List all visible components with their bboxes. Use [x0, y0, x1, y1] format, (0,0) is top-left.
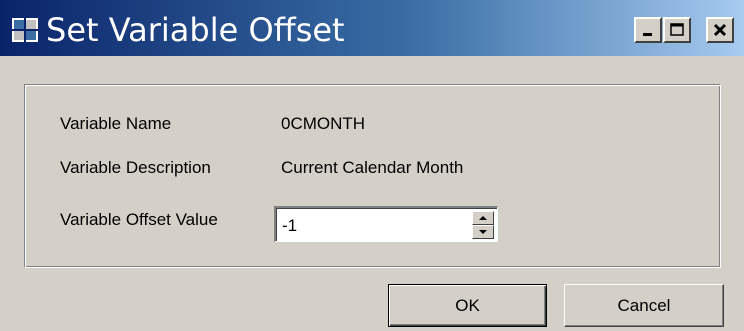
grid-app-icon: [12, 18, 38, 42]
close-button[interactable]: [706, 17, 734, 43]
offset-value-input[interactable]: [282, 216, 452, 236]
variable-name-value: 0CMONTH: [281, 114, 366, 133]
variable-description-value: Current Calendar Month: [281, 158, 464, 177]
minimize-button[interactable]: [634, 17, 662, 43]
spin-down-button[interactable]: [472, 225, 494, 239]
variable-description-label: Variable Description: [60, 158, 211, 177]
variable-name-label: Variable Name: [60, 114, 172, 133]
maximize-icon: [670, 23, 684, 36]
minimize-icon: [643, 33, 652, 36]
maximize-button[interactable]: [663, 17, 691, 43]
variable-offset-label: Variable Offset Value: [60, 210, 218, 229]
spin-up-button[interactable]: [472, 211, 494, 225]
arrow-up-icon: [479, 216, 487, 220]
arrow-down-icon: [479, 230, 487, 234]
dialog-window: Set Variable Offset Variable Name 0CMONT…: [0, 0, 744, 331]
window-title: Set Variable Offset: [46, 11, 345, 49]
title-bar[interactable]: Set Variable Offset: [0, 0, 744, 56]
cancel-button[interactable]: Cancel: [564, 284, 724, 327]
offset-spinner: [274, 206, 498, 242]
close-icon: [713, 23, 727, 37]
ok-button[interactable]: OK: [388, 284, 547, 327]
